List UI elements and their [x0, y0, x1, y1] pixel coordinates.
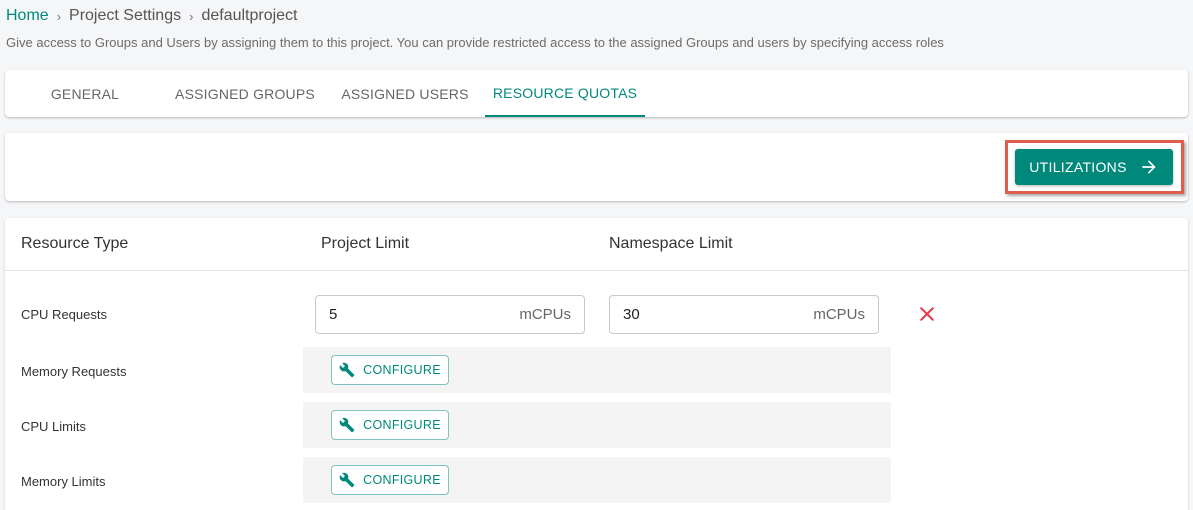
utilizations-label: UTILIZATIONS: [1029, 159, 1127, 175]
configure-button[interactable]: CONFIGURE: [331, 355, 449, 385]
header-divider: [5, 270, 1188, 271]
namespace-limit-unit: mCPUs: [813, 306, 865, 323]
page-description: Give access to Groups and Users by assig…: [6, 35, 944, 50]
configure-row: CONFIGURE: [303, 457, 891, 503]
wrench-icon: [339, 472, 355, 488]
resource-label-memory-limits: Memory Limits: [21, 474, 106, 489]
project-limit-unit: mCPUs: [519, 306, 571, 323]
breadcrumb-separator: ›: [56, 8, 62, 24]
namespace-limit-input[interactable]: [623, 306, 743, 323]
resource-quotas-table: Resource Type Project Limit Namespace Li…: [5, 218, 1188, 510]
close-icon[interactable]: [917, 304, 937, 324]
wrench-icon: [339, 362, 355, 378]
configure-row: CONFIGURE: [303, 402, 891, 448]
wrench-icon: [339, 417, 355, 433]
breadcrumb-separator: ›: [189, 8, 194, 24]
configure-label: CONFIGURE: [363, 418, 441, 432]
project-limit-field[interactable]: mCPUs: [315, 295, 585, 334]
utilizations-button[interactable]: UTILIZATIONS: [1015, 149, 1173, 185]
configure-button[interactable]: CONFIGURE: [331, 410, 449, 440]
tab-bar: GENERAL ASSIGNED GROUPS ASSIGNED USERS R…: [5, 70, 1188, 117]
resource-label-cpu-requests: CPU Requests: [21, 307, 107, 322]
configure-label: CONFIGURE: [363, 363, 441, 377]
breadcrumb-project-settings[interactable]: Project Settings: [69, 7, 181, 25]
header-project-limit: Project Limit: [321, 235, 410, 252]
configure-row: CONFIGURE: [303, 347, 891, 393]
breadcrumb: Home › Project Settings › defaultproject: [6, 7, 298, 25]
configure-button[interactable]: CONFIGURE: [331, 465, 449, 495]
tab-resource-quotas[interactable]: RESOURCE QUOTAS: [485, 70, 645, 117]
breadcrumb-current-project: defaultproject: [201, 7, 298, 24]
header-namespace-limit: Namespace Limit: [609, 235, 733, 252]
tab-assigned-users[interactable]: ASSIGNED USERS: [335, 70, 475, 117]
resource-label-cpu-limits: CPU Limits: [21, 419, 87, 434]
header-resource-type: Resource Type: [21, 235, 129, 252]
project-limit-input[interactable]: [329, 306, 449, 323]
arrow-right-icon: [1142, 160, 1156, 174]
namespace-limit-field[interactable]: mCPUs: [609, 295, 879, 334]
breadcrumb-home-link[interactable]: Home: [6, 7, 49, 25]
configure-label: CONFIGURE: [363, 473, 441, 487]
tab-general[interactable]: GENERAL: [35, 70, 135, 117]
tab-assigned-groups[interactable]: ASSIGNED GROUPS: [165, 70, 325, 117]
resource-label-memory-requests: Memory Requests: [21, 364, 127, 379]
